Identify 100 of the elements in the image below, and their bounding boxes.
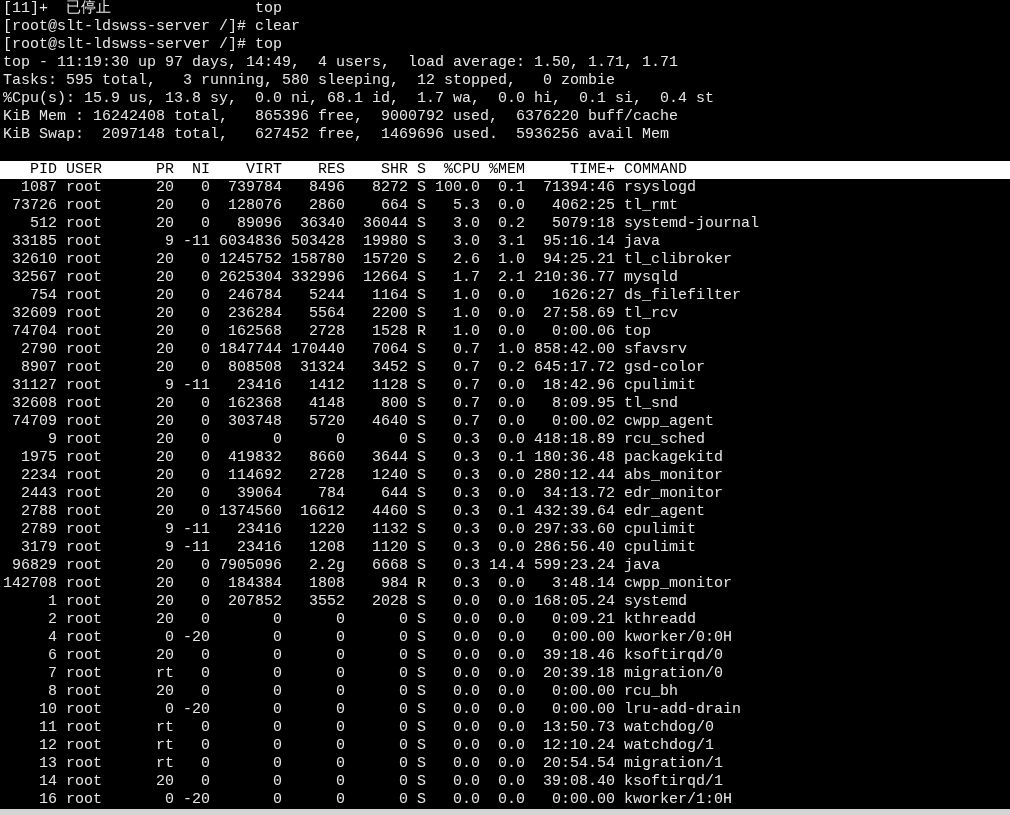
table-cell-text: 0: [200, 737, 210, 755]
table-cell-text: 512: [29, 215, 57, 233]
table-cell-text: 0: [398, 629, 408, 647]
table-cell-text: 1412: [308, 377, 345, 395]
table-cell-text: 0: [200, 323, 210, 341]
table-cell-text: 0.3: [452, 503, 480, 521]
table-cell-text: 0: [200, 449, 210, 467]
table-cell: S: [417, 377, 426, 395]
table-cell-text: 2443: [20, 485, 57, 503]
table-cell-text: 2790: [20, 341, 57, 359]
table-cell: rcu_sched: [624, 431, 705, 449]
table-cell-text: root: [66, 575, 103, 593]
table-cell: 297:33.60: [534, 521, 615, 539]
table-cell-text: 984: [380, 575, 408, 593]
table-cell-text: 12664: [362, 269, 408, 287]
table-cell-text: root: [66, 341, 103, 359]
table-cell-text: 0.0: [497, 323, 525, 341]
table-cell-text: 0: [335, 647, 345, 665]
table-cell-text: 0.3: [452, 431, 480, 449]
table-cell: S: [417, 485, 426, 503]
table-cell-text: 0: [398, 611, 408, 629]
table-cell-text: 14: [38, 773, 57, 791]
table-cell-text: root: [66, 521, 103, 539]
table-cell: S: [417, 557, 426, 575]
table-cell-text: 0.7: [452, 359, 480, 377]
table-cell-text: 0:00.06: [551, 323, 615, 341]
table-cell-text: 13:50.73: [542, 719, 615, 737]
table-cell-text: 800: [380, 395, 408, 413]
table-cell-text: 11: [38, 719, 57, 737]
table-cell-text: 4: [47, 629, 57, 647]
table-cell-text: 0: [335, 755, 345, 773]
table-cell-text: 31324: [299, 359, 345, 377]
table-cell-text: 0.1: [497, 179, 525, 197]
table-cell-text: 20: [155, 773, 174, 791]
table-cell-text: rt: [155, 719, 174, 737]
table-cell: S: [417, 683, 426, 701]
table-cell: 180:36.48: [534, 449, 615, 467]
table-cell-text: 0.2: [497, 215, 525, 233]
table-cell-text: root: [66, 719, 103, 737]
table-cell-text: 0: [272, 647, 282, 665]
table-cell-text: 0: [398, 431, 408, 449]
table-cell: S: [417, 719, 426, 737]
table-cell-text: root: [66, 323, 103, 341]
table-cell-text: 0.0: [497, 701, 525, 719]
table-cell-text: 0.0: [497, 719, 525, 737]
table-cell-text: 1164: [371, 287, 408, 305]
job-command: top: [255, 0, 283, 18]
summary-line: KiB Mem : 16242408 total, 865396 free, 9000792 used, 6376220 buff/cache: [2, 108, 680, 126]
table-cell-text: 0.0: [452, 629, 480, 647]
table-cell-text: 20: [155, 179, 174, 197]
table-cell-text: 0: [200, 215, 210, 233]
shell-prompt: [root@slt-ldswss-server /]#: [3, 18, 247, 36]
table-cell-text: 0.0: [497, 611, 525, 629]
table-cell-text: 1120: [371, 539, 408, 557]
table-cell-text: 73726: [11, 197, 57, 215]
table-cell-text: 162368: [227, 395, 282, 413]
table-cell-text: 36340: [299, 215, 345, 233]
table-cell-text: 0: [164, 791, 174, 809]
summary-line: KiB Swap: 2097148 total, 627452 free, 1469696 used. 5936256 avail Mem: [2, 126, 671, 144]
table-cell-text: 3452: [371, 359, 408, 377]
table-cell-text: 3179: [20, 539, 57, 557]
table-cell-text: 236284: [227, 305, 282, 323]
table-cell-text: 0.0: [497, 665, 525, 683]
table-cell: S: [417, 251, 426, 269]
table-cell: S: [417, 665, 426, 683]
table-cell-text: 0.0: [497, 395, 525, 413]
table-cell-text: root: [66, 413, 103, 431]
table-cell-text: root: [66, 647, 103, 665]
table-cell: ds_filefilter: [624, 287, 742, 305]
table-cell: 503428: [291, 233, 345, 251]
table-cell: sfavsrv: [624, 341, 687, 359]
table-cell-text: 32567: [11, 269, 57, 287]
table-cell-text: 0: [272, 701, 282, 719]
table-cell: edr_agent: [624, 503, 705, 521]
table-cell-text: 20: [155, 593, 174, 611]
summary-line: Tasks: 595 total, 3 running, 580 sleeping, 12 stopped, 0 zombie: [2, 72, 617, 90]
table-cell: S: [417, 521, 426, 539]
table-cell-text: 3.0: [452, 233, 480, 251]
table-cell-text: 0: [272, 683, 282, 701]
table-cell-text: 0.7: [452, 395, 480, 413]
table-cell-text: 784: [317, 485, 345, 503]
table-cell-text: 1: [47, 593, 57, 611]
column-header: TIME+: [569, 161, 615, 179]
table-cell-text: 1.0: [452, 305, 480, 323]
table-cell-text: 20: [155, 449, 174, 467]
table-cell-text: 5720: [308, 413, 345, 431]
table-cell-text: 7064: [371, 341, 408, 359]
table-cell-text: root: [66, 467, 103, 485]
table-cell-text: root: [66, 737, 103, 755]
column-header: COMMAND: [624, 161, 687, 179]
table-cell-text: 39:08.40: [542, 773, 615, 791]
table-cell-text: 0: [335, 611, 345, 629]
table-cell-text: 0: [398, 683, 408, 701]
table-cell-text: 0: [272, 791, 282, 809]
table-cell-text: 0: [335, 791, 345, 809]
job-status: 已停止: [66, 0, 112, 18]
table-cell-text: 20: [155, 197, 174, 215]
table-cell-text: 0: [200, 665, 210, 683]
table-cell-text: root: [66, 665, 103, 683]
table-cell-text: 0: [335, 701, 345, 719]
